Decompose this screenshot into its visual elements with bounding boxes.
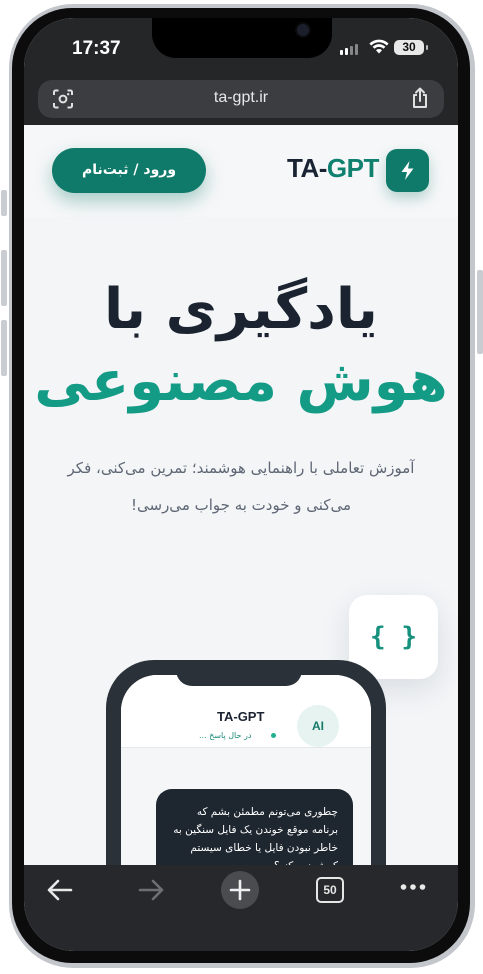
battery-indicator: 30 (394, 40, 428, 55)
address-bar-area: ta-gpt.ir (24, 80, 458, 125)
mute-switch (1, 190, 7, 216)
brand-logo[interactable] (386, 149, 429, 192)
brand-suffix: GPT (326, 153, 379, 183)
camera-icon (297, 24, 309, 36)
status-bar: 17:37 30 (24, 18, 458, 80)
chat-status: در حال پاسخ ... (199, 731, 252, 740)
brand-name[interactable]: TA-GPT (287, 153, 379, 184)
status-time: 17:37 (72, 38, 121, 59)
chat-title: TA-GPT (217, 709, 265, 724)
power-button (477, 270, 483, 354)
wifi-icon (369, 39, 389, 54)
new-tab-icon (229, 879, 251, 901)
web-page: ورود / ثبت‌نام TA-GPT یادگیری با هوش مصن… (24, 125, 458, 925)
volume-up-button (1, 250, 7, 306)
login-register-button[interactable]: ورود / ثبت‌نام (52, 148, 206, 193)
online-dot-icon (271, 733, 276, 738)
address-bar[interactable]: ta-gpt.ir (38, 80, 444, 118)
browser-toolbar: 50 (24, 865, 458, 951)
phone-frame: 17:37 30 ta-gpt.ir (0, 0, 483, 974)
hero-subtitle: آموزش تعاملی با راهنمایی هوشمند؛ تمرین م… (67, 459, 415, 514)
hero-title-line2: هوش مصنوعی (34, 349, 448, 414)
url-text[interactable]: ta-gpt.ir (38, 89, 444, 107)
volume-down-button (1, 320, 7, 376)
mockup-notch (176, 660, 302, 686)
brand-prefix: TA- (287, 153, 327, 183)
dynamic-island (152, 18, 332, 58)
more-icon[interactable] (400, 883, 426, 891)
bolt-icon (401, 161, 414, 180)
hero-title-line1: یادگیری با (104, 277, 378, 342)
phone-screen: 17:37 30 ta-gpt.ir (24, 18, 458, 951)
cellular-signal-icon (340, 44, 358, 55)
tabs-icon[interactable]: 50 (316, 877, 344, 903)
site-header: ورود / ثبت‌نام TA-GPT (24, 125, 458, 217)
new-tab-button[interactable] (221, 871, 259, 909)
back-icon[interactable] (46, 877, 74, 903)
forward-icon[interactable] (137, 877, 165, 903)
ai-avatar: AI (297, 705, 339, 747)
share-icon[interactable] (410, 87, 430, 109)
